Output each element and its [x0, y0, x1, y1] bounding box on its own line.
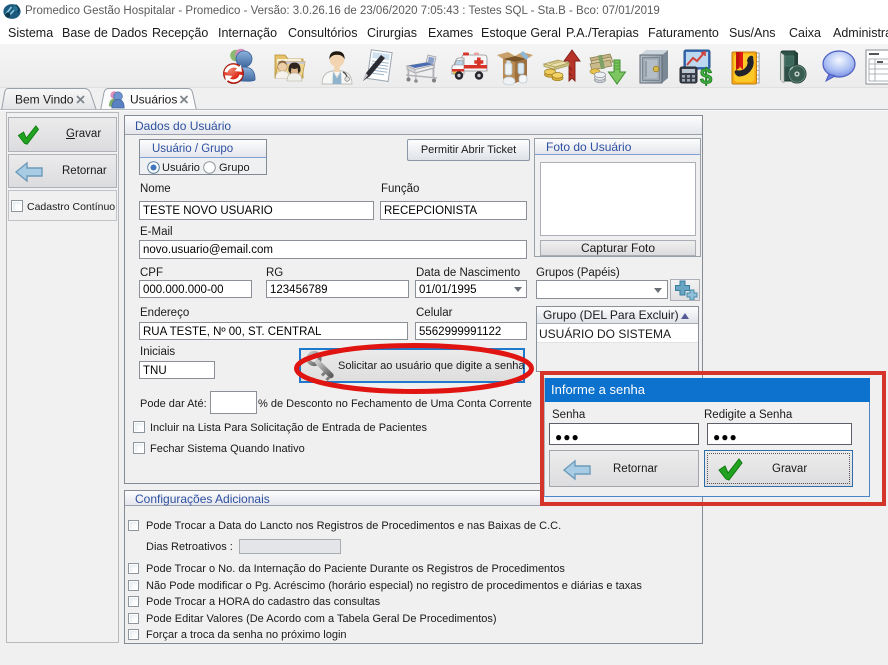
svg-text:Bem Vindo: Bem Vindo — [15, 93, 74, 107]
svg-text:$: $ — [700, 64, 712, 87]
svg-text:Usuários: Usuários — [130, 93, 177, 107]
